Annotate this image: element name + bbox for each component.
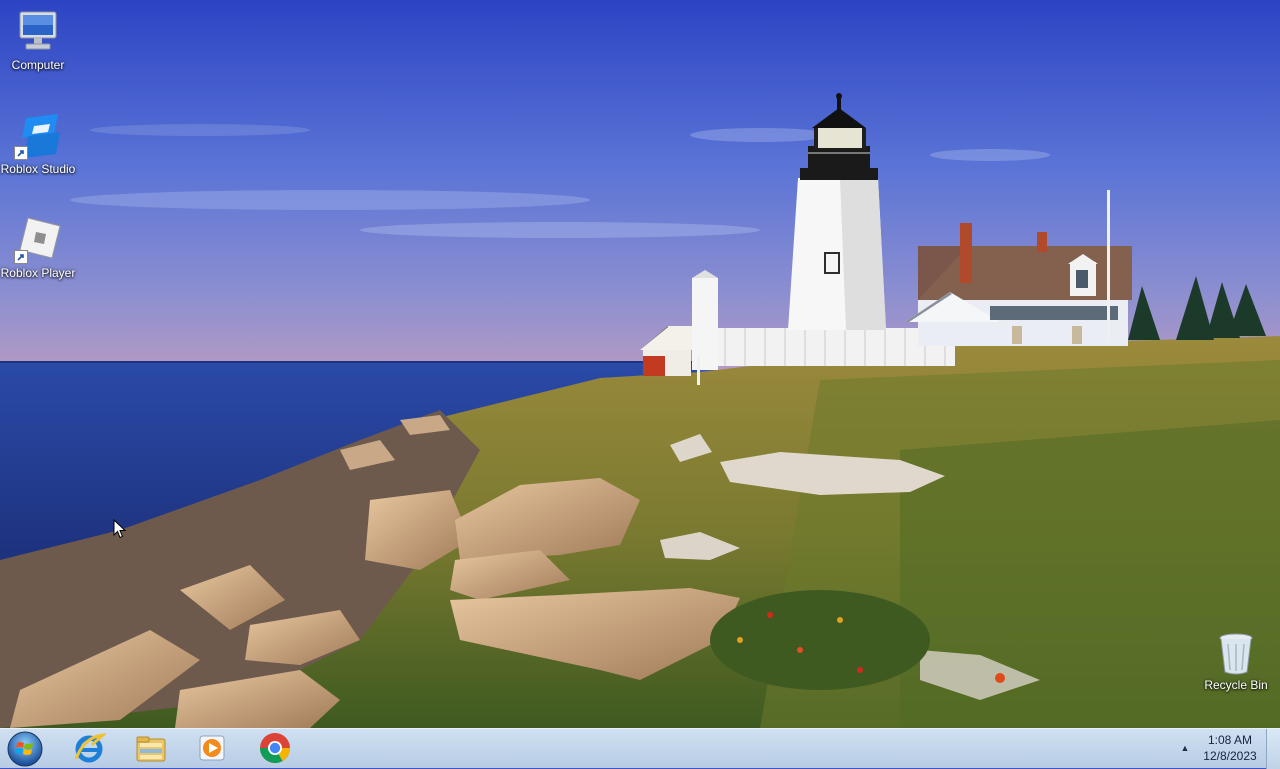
mouse-cursor-icon: [113, 518, 127, 544]
taskbar-chrome[interactable]: [253, 731, 297, 767]
shortcut-arrow-icon: [14, 250, 28, 264]
computer-icon: [14, 8, 62, 56]
roblox-player-icon: [14, 216, 62, 264]
desktop-icon-label: Roblox Studio: [0, 162, 76, 176]
taskbar-file-explorer[interactable]: [129, 731, 173, 767]
desktop-icon-recycle-bin[interactable]: Recycle Bin: [1198, 632, 1274, 693]
start-button[interactable]: [6, 731, 44, 767]
show-desktop-button[interactable]: [1266, 729, 1280, 769]
media-player-icon: [199, 735, 225, 761]
chrome-icon: [260, 733, 290, 764]
tray-overflow-button[interactable]: ▲: [1178, 741, 1192, 755]
clock-time: 1:08 AM: [1207, 733, 1253, 747]
windows-orb-icon: [7, 731, 43, 767]
file-explorer-icon: [136, 736, 166, 762]
system-clock[interactable]: 1:08 AM 12/8/2023: [1198, 732, 1262, 764]
desktop-wallpaper: [0, 0, 1280, 728]
roblox-studio-icon: [14, 112, 62, 160]
desktop-icon-label: Computer: [11, 58, 65, 72]
shortcut-arrow-icon: [14, 146, 28, 160]
desktop-icon-roblox-studio[interactable]: Roblox Studio: [0, 112, 76, 177]
desktop-icon-computer[interactable]: Computer: [0, 8, 76, 73]
taskbar-internet-explorer[interactable]: [67, 731, 111, 767]
recycle-bin-icon: [1216, 632, 1256, 676]
taskbar-media-player[interactable]: [190, 731, 234, 767]
desktop-icon-label: Recycle Bin: [1204, 678, 1268, 692]
taskbar: ▲ 1:08 AM 12/8/2023: [0, 728, 1280, 769]
clock-date: 12/8/2023: [1203, 749, 1257, 763]
internet-explorer-icon: [74, 733, 106, 763]
desktop-icon-roblox-player[interactable]: Roblox Player: [0, 216, 76, 281]
desktop-icon-label: Roblox Player: [0, 266, 76, 280]
